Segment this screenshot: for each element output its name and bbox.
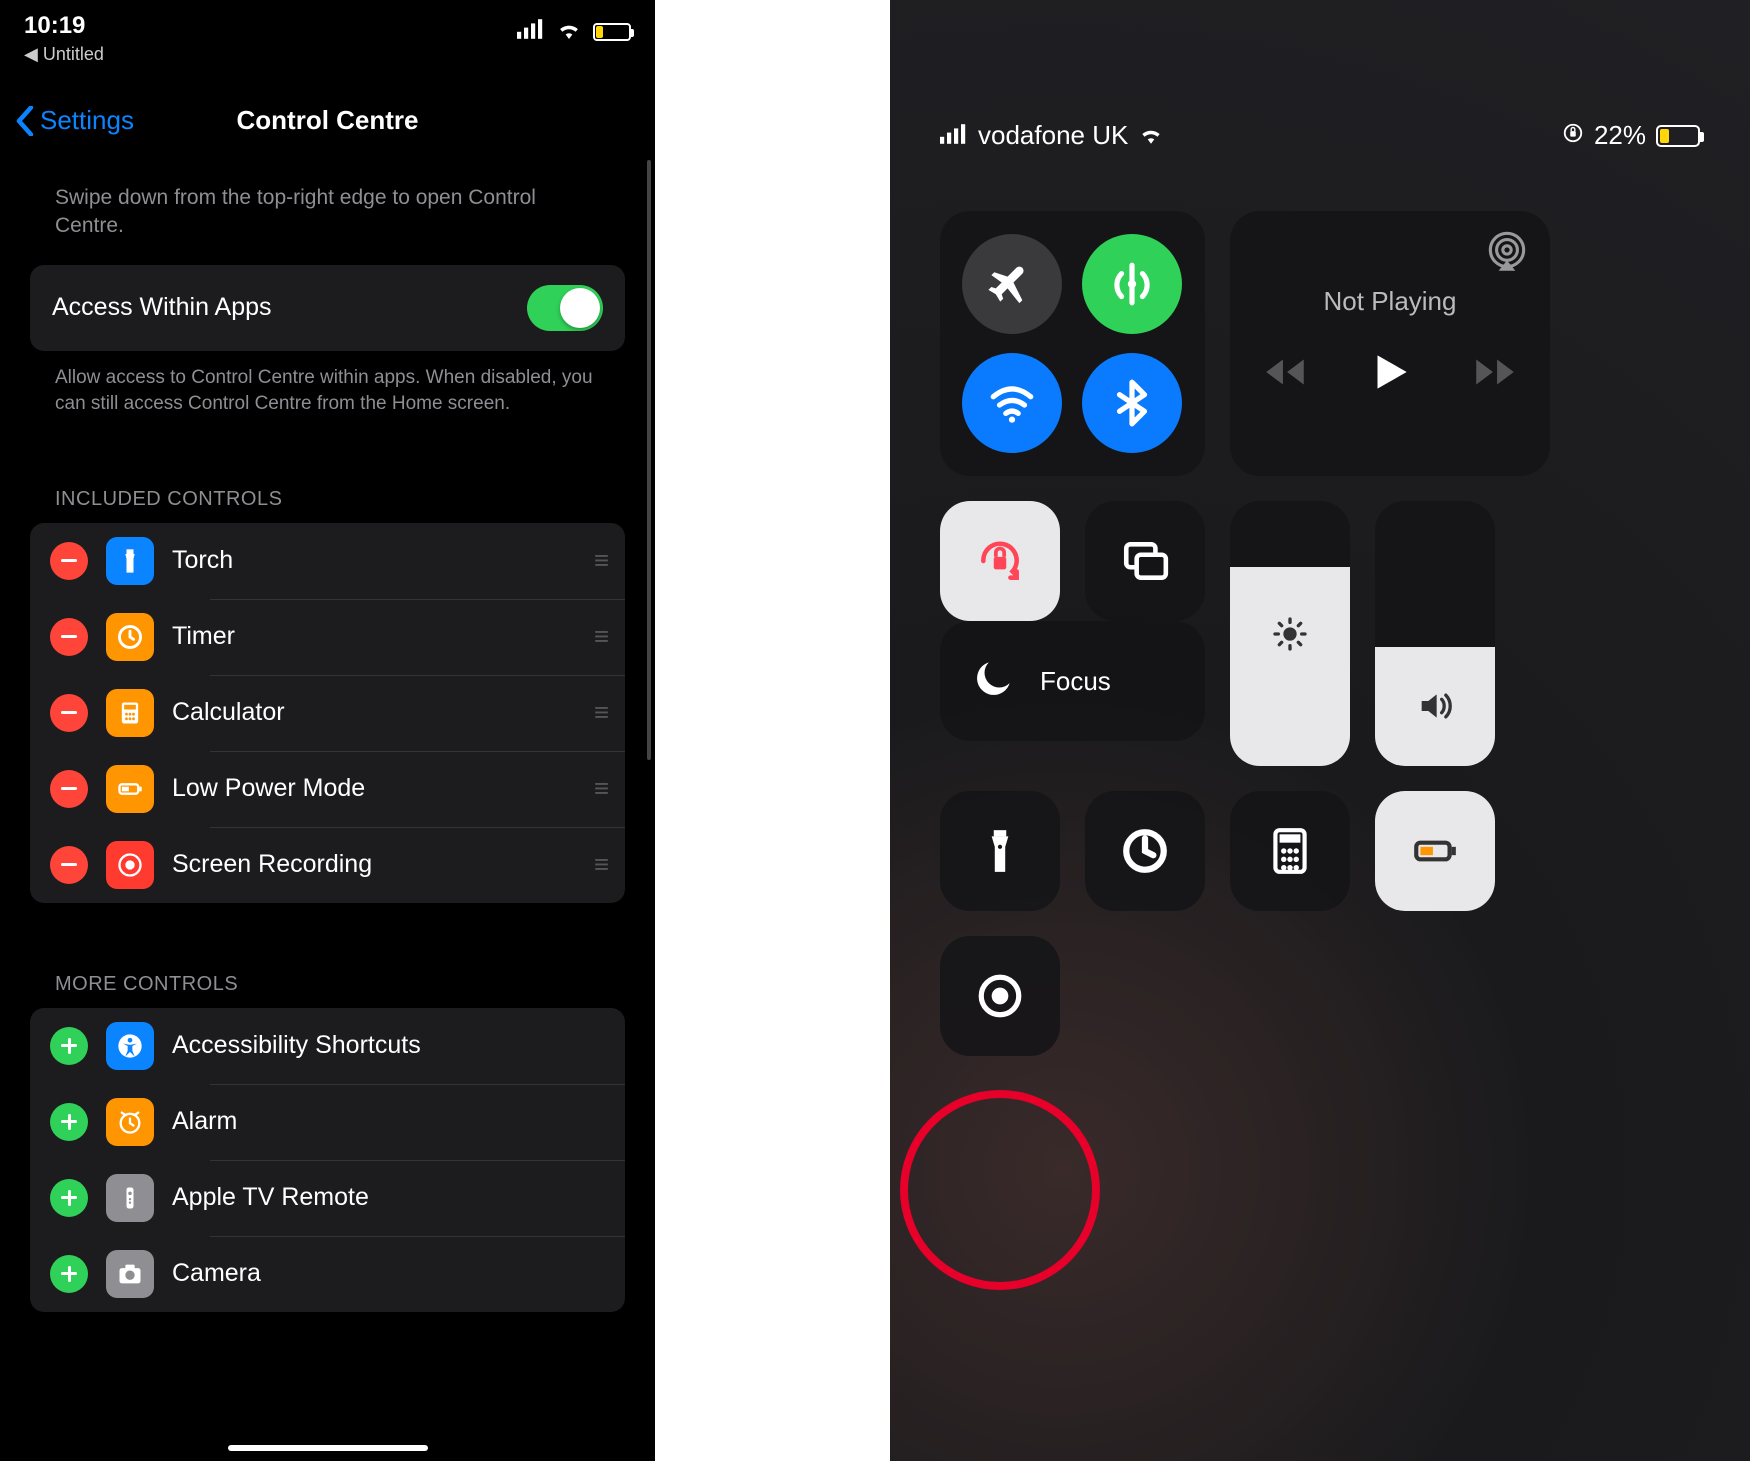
row-label: Torch: [172, 546, 576, 575]
screen-recording-button[interactable]: [940, 936, 1060, 1056]
timer-button[interactable]: [1085, 791, 1205, 911]
back-label: Settings: [40, 105, 134, 136]
home-indicator[interactable]: [228, 1445, 428, 1451]
connectivity-module[interactable]: [940, 211, 1205, 476]
drag-handle-icon[interactable]: ≡: [594, 621, 605, 652]
volume-slider[interactable]: [1375, 501, 1495, 766]
included-list: Torch ≡ Timer ≡ Calculator ≡ Low Power M…: [30, 523, 625, 903]
scroll-indicator[interactable]: [647, 160, 651, 760]
bluetooth-button[interactable]: [1082, 353, 1182, 453]
list-item-apple-tv-remote[interactable]: Apple TV Remote: [30, 1160, 625, 1236]
accessibility-icon: [106, 1022, 154, 1070]
alarm-icon: [106, 1098, 154, 1146]
volume-icon: [1415, 501, 1455, 766]
access-toggle[interactable]: [527, 285, 603, 331]
cellular-data-button[interactable]: [1082, 234, 1182, 334]
carrier-label: vodafone UK: [978, 120, 1128, 151]
add-button[interactable]: [50, 1179, 88, 1217]
screen-mirroring-button[interactable]: [1085, 501, 1205, 621]
row-label: Camera: [172, 1259, 605, 1288]
airplay-icon[interactable]: [1482, 227, 1532, 282]
low-power-mode-button[interactable]: [1375, 791, 1495, 911]
list-item-torch[interactable]: Torch ≡: [30, 523, 625, 599]
access-within-apps-row: Access Within Apps: [30, 265, 625, 351]
remote-icon: [106, 1174, 154, 1222]
airplane-mode-button[interactable]: [962, 234, 1062, 334]
more-header: MORE CONTROLS: [0, 903, 655, 1008]
battery-icon: [593, 23, 631, 41]
control-centre-screen: vodafone UK 22%: [890, 0, 1750, 1461]
calculator-icon: [106, 689, 154, 737]
hint-text: Swipe down from the top-right edge to op…: [0, 166, 655, 265]
brightness-slider[interactable]: [1230, 501, 1350, 766]
previous-track-icon[interactable]: [1260, 347, 1310, 402]
focus-label: Focus: [1040, 666, 1111, 697]
battery-icon: [1656, 125, 1700, 147]
orientation-lock-button[interactable]: [940, 501, 1060, 621]
list-item-low-power-mode[interactable]: Low Power Mode ≡: [30, 751, 625, 827]
drag-handle-icon[interactable]: ≡: [594, 545, 605, 576]
status-time: 10:19: [24, 12, 104, 40]
cc-status-bar: vodafone UK 22%: [940, 0, 1700, 151]
row-label: Alarm: [172, 1107, 605, 1136]
row-label: Calculator: [172, 698, 576, 727]
battery-pct: 22%: [1594, 120, 1646, 151]
control-centre-grid: Not Playing: [940, 211, 1700, 1056]
torch-icon: [106, 537, 154, 585]
list-item-calculator[interactable]: Calculator ≡: [30, 675, 625, 751]
media-title: Not Playing: [1324, 286, 1457, 317]
add-button[interactable]: [50, 1255, 88, 1293]
add-button[interactable]: [50, 1027, 88, 1065]
cellular-signal-icon: [517, 18, 545, 45]
list-item-screen-recording[interactable]: Screen Recording ≡: [30, 827, 625, 903]
drag-handle-icon[interactable]: ≡: [594, 697, 605, 728]
status-bar: 10:19 ◀ Untitled: [0, 0, 655, 65]
row-label: Timer: [172, 622, 576, 651]
remove-button[interactable]: [50, 542, 88, 580]
timer-icon: [106, 613, 154, 661]
panel-gap: [655, 0, 890, 1461]
access-footer: Allow access to Control Centre within ap…: [0, 351, 655, 418]
record-icon: [106, 841, 154, 889]
remove-button[interactable]: [50, 694, 88, 732]
drag-handle-icon[interactable]: ≡: [594, 849, 605, 880]
remove-button[interactable]: [50, 618, 88, 656]
remove-button[interactable]: [50, 846, 88, 884]
row-label: Screen Recording: [172, 850, 576, 879]
remove-button[interactable]: [50, 770, 88, 808]
calculator-button[interactable]: [1230, 791, 1350, 911]
list-item-camera[interactable]: Camera: [30, 1236, 625, 1312]
back-to-app[interactable]: ◀ Untitled: [24, 44, 104, 65]
cellular-signal-icon: [940, 120, 968, 151]
more-list: Accessibility Shortcuts Alarm Apple TV R…: [30, 1008, 625, 1312]
row-label: Low Power Mode: [172, 774, 576, 803]
brightness-icon: [1270, 501, 1310, 766]
list-item-timer[interactable]: Timer ≡: [30, 599, 625, 675]
focus-button[interactable]: Focus: [940, 621, 1205, 741]
torch-button[interactable]: [940, 791, 1060, 911]
wifi-icon: [1138, 120, 1164, 151]
add-button[interactable]: [50, 1103, 88, 1141]
list-item-alarm[interactable]: Alarm: [30, 1084, 625, 1160]
drag-handle-icon[interactable]: ≡: [594, 773, 605, 804]
moon-icon: [968, 654, 1018, 709]
list-item-accessibility[interactable]: Accessibility Shortcuts: [30, 1008, 625, 1084]
play-icon[interactable]: [1365, 347, 1415, 402]
row-label: Accessibility Shortcuts: [172, 1031, 605, 1060]
annotation-circle: [900, 1090, 1100, 1290]
camera-icon: [106, 1250, 154, 1298]
access-label: Access Within Apps: [52, 293, 272, 322]
nav-bar: Settings Control Centre: [0, 65, 655, 166]
media-module[interactable]: Not Playing: [1230, 211, 1550, 476]
settings-screen: 10:19 ◀ Untitled Settings Control Centre…: [0, 0, 655, 1461]
row-label: Apple TV Remote: [172, 1183, 605, 1212]
orientation-lock-status-icon: [1562, 120, 1584, 151]
included-header: INCLUDED CONTROLS: [0, 418, 655, 523]
back-button[interactable]: Settings: [16, 105, 134, 136]
wifi-button[interactable]: [962, 353, 1062, 453]
battery-icon: [106, 765, 154, 813]
next-track-icon[interactable]: [1470, 347, 1520, 402]
wifi-icon: [555, 18, 583, 45]
